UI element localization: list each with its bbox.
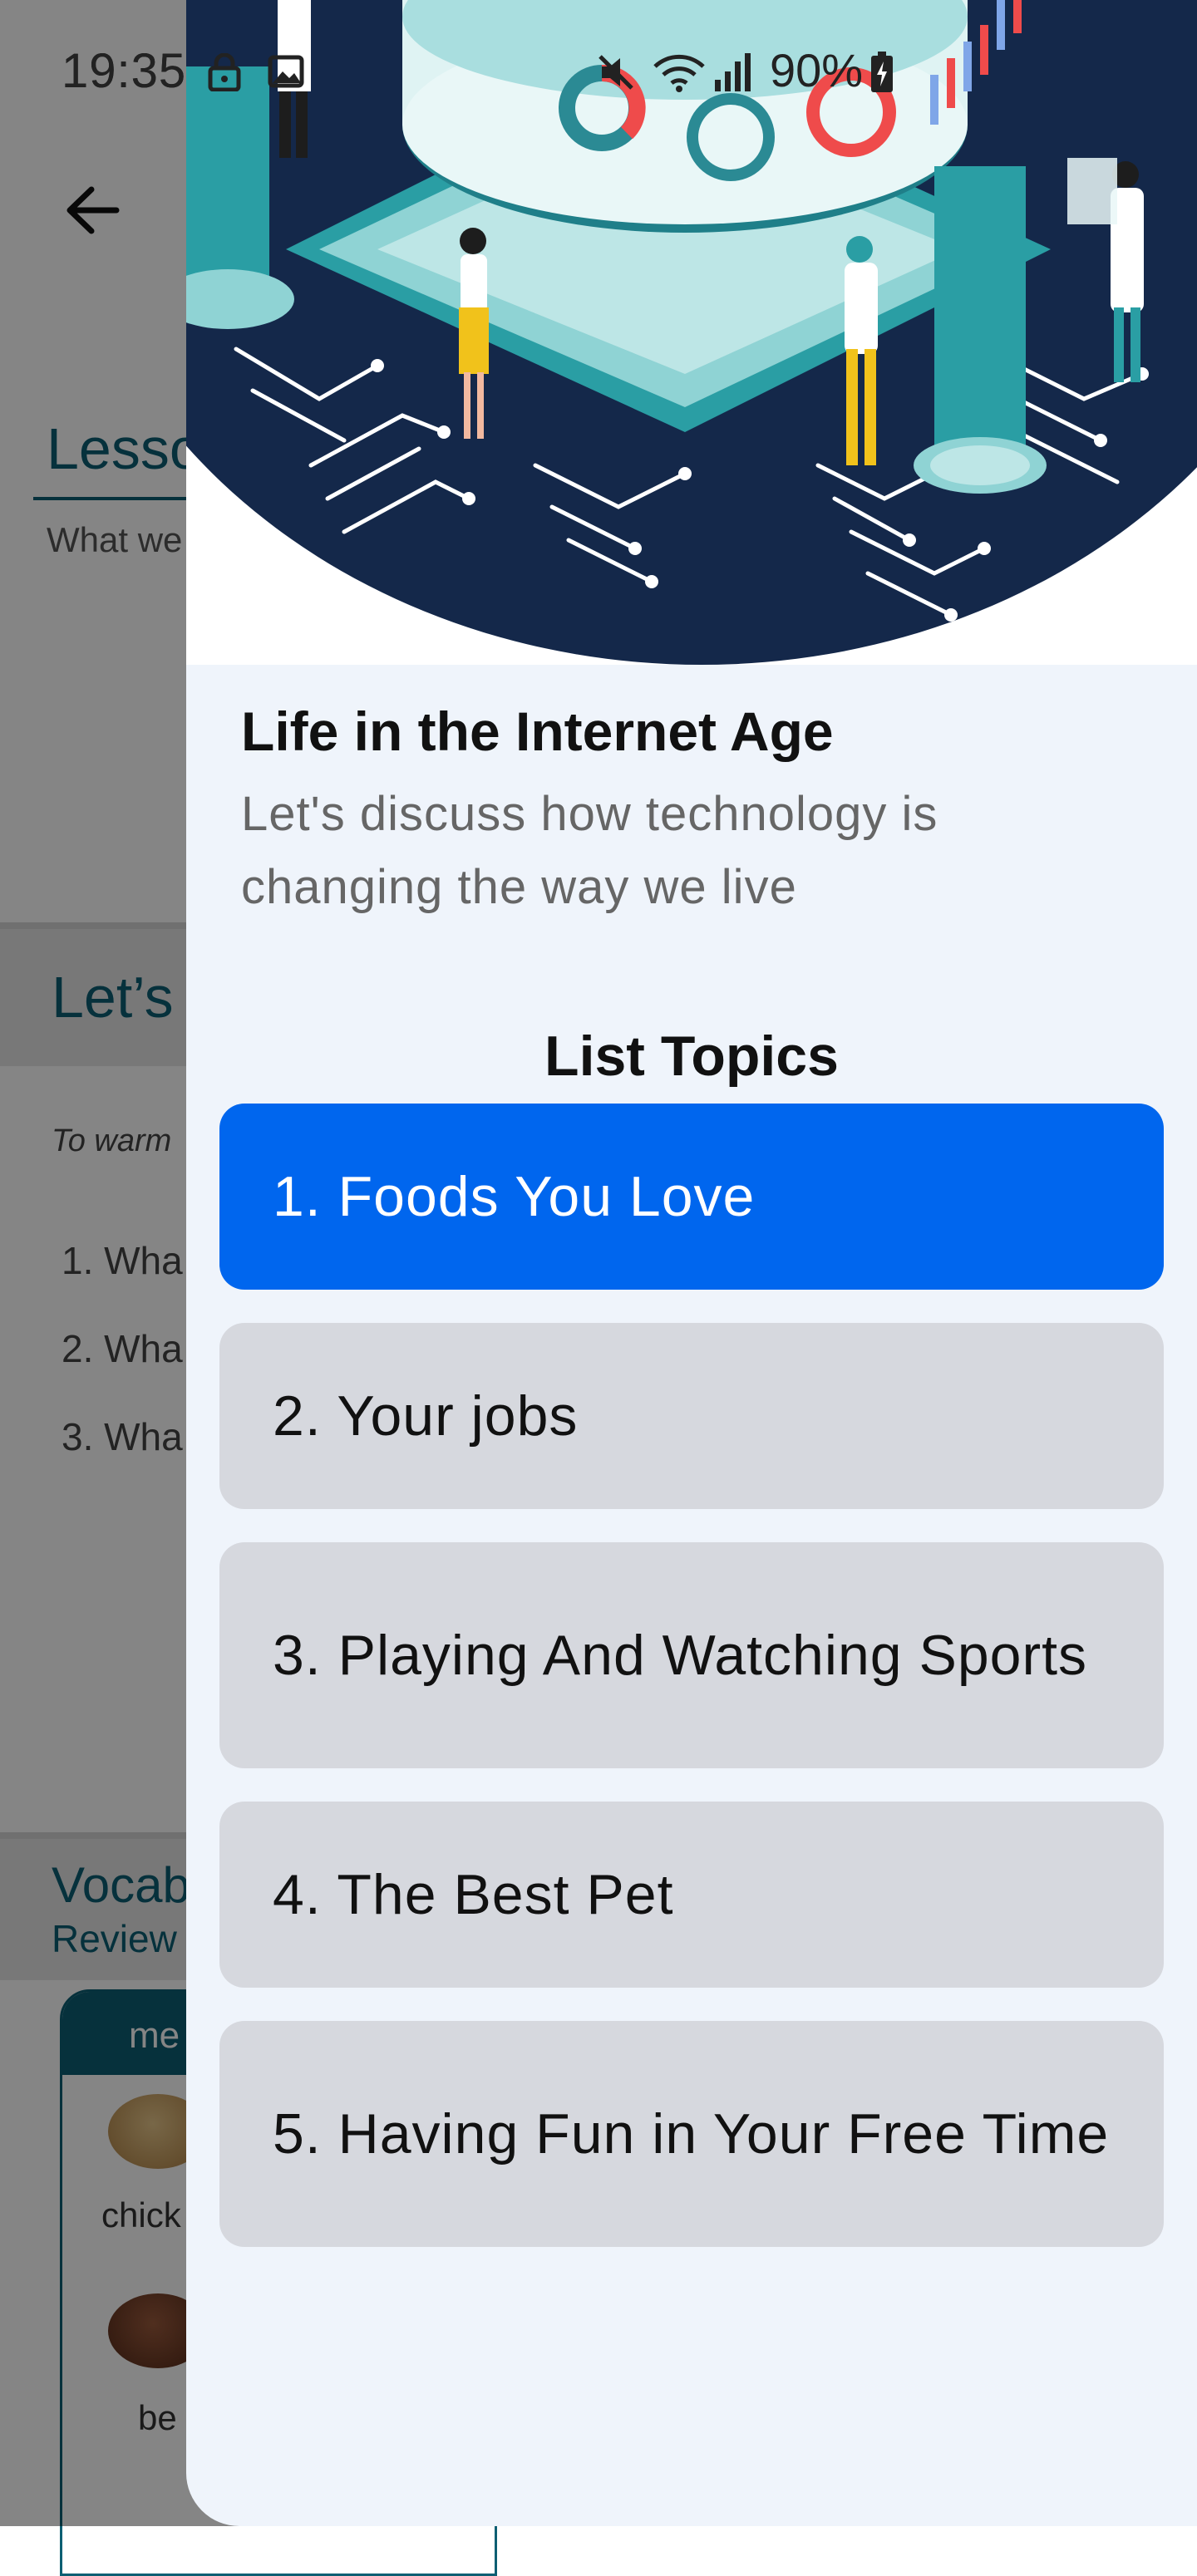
- topic-item-5[interactable]: 5. Having Fun in Your Free Time: [219, 2021, 1164, 2247]
- battery-percent: 90%: [770, 44, 864, 96]
- topic-label: 2. Your jobs: [273, 1384, 579, 1448]
- status-time-overlay: 19:35: [62, 44, 187, 98]
- battery-charging-icon: [871, 52, 893, 92]
- image-icon: [268, 55, 304, 88]
- topics-drawer: Life in the Internet Age Let's discuss h…: [186, 0, 1197, 2526]
- topic-item-4[interactable]: 4. The Best Pet: [219, 1802, 1164, 1988]
- topic-label: 1. Foods You Love: [273, 1165, 756, 1228]
- topic-label: 3. Playing And Watching Sports: [273, 1624, 1088, 1687]
- signal-icon: [715, 53, 751, 91]
- topic-item-1[interactable]: 1. Foods You Love: [219, 1104, 1164, 1290]
- status-bar: 19:35 90%: [0, 0, 1197, 141]
- drawer-title: Life in the Internet Age: [241, 701, 834, 762]
- drawer-subtitle: Let's discuss how technology is changing…: [241, 787, 938, 914]
- list-topics-heading: List Topics: [544, 1025, 839, 1088]
- topic-label: 5. Having Fun in Your Free Time: [273, 2102, 1110, 2166]
- mute-icon: [598, 55, 633, 90]
- topic-item-3[interactable]: 3. Playing And Watching Sports: [219, 1542, 1164, 1768]
- topic-label: 4. The Best Pet: [273, 1863, 674, 1926]
- wifi-icon: [653, 54, 705, 92]
- topic-item-2[interactable]: 2. Your jobs: [219, 1323, 1164, 1509]
- lock-icon: [208, 53, 241, 91]
